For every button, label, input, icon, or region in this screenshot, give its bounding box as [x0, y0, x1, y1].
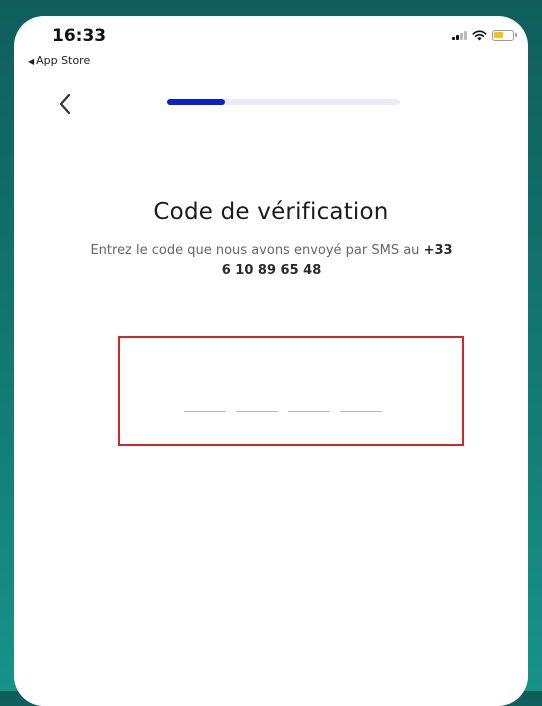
battery-level: [494, 31, 503, 38]
code-digit-1[interactable]: [184, 393, 226, 412]
page-title: Code de vérification: [153, 199, 389, 225]
cellular-signal-icon: [452, 30, 467, 40]
back-app-label: App Store: [36, 54, 91, 67]
status-bar: 16:33 ◀ App Store: [14, 16, 528, 76]
verification-instructions: Entrez le code que nous avons envoyé par…: [84, 241, 459, 281]
code-digit-3[interactable]: [288, 393, 330, 412]
code-digit-4[interactable]: [340, 393, 382, 412]
chevron-left-icon: [59, 93, 71, 115]
instructions-text: Entrez le code que nous avons envoyé par…: [90, 243, 424, 258]
verification-code-input: [118, 336, 464, 446]
status-time: 16:33: [52, 26, 107, 46]
progress-bar: [167, 99, 400, 105]
progress-bar-fill: [167, 99, 226, 105]
code-digit-2[interactable]: [236, 393, 278, 412]
back-to-app-store-link[interactable]: ◀ App Store: [28, 54, 90, 67]
back-triangle-icon: ◀: [28, 57, 35, 66]
status-icons: [452, 28, 517, 42]
code-slots: [184, 393, 382, 412]
battery-icon: [492, 29, 517, 41]
back-button[interactable]: [56, 92, 74, 116]
phone-screen: 16:33 ◀ App Store Code de vérification En…: [14, 16, 528, 706]
wifi-icon: [472, 30, 487, 40]
